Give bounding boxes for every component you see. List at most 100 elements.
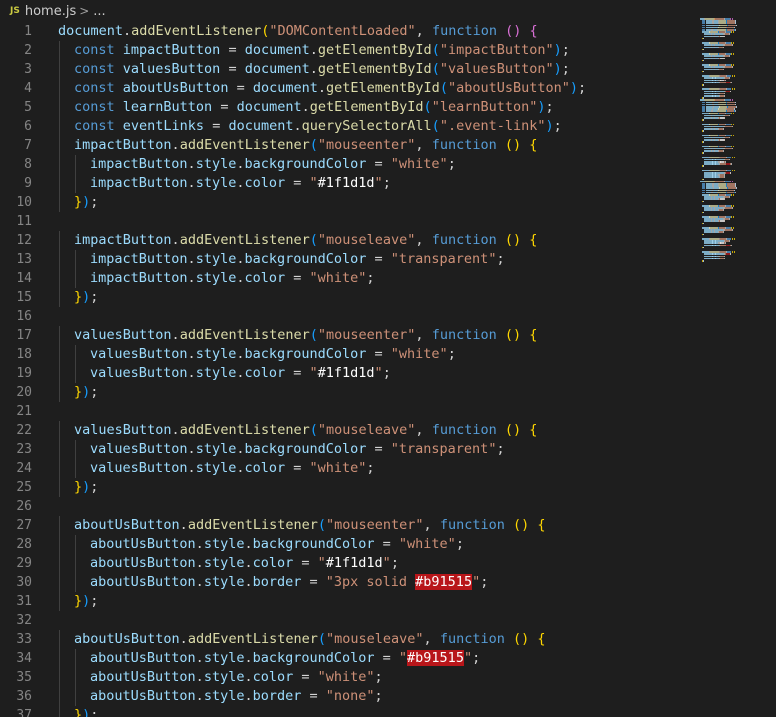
code-line[interactable]: 31});	[0, 592, 700, 611]
code-line[interactable]: 11	[0, 212, 700, 231]
code-token: (	[309, 422, 318, 438]
code-line[interactable]: 8 impactButton.style.backgroundColor = "w…	[0, 155, 700, 174]
minimap-code-mark	[723, 209, 724, 211]
code-token: aboutUsButton	[90, 669, 196, 685]
indent-guide	[59, 573, 60, 592]
code-token: style	[203, 688, 245, 704]
code-token: "mouseleave"	[317, 422, 416, 438]
indent-guide	[59, 706, 60, 717]
code-line[interactable]: 10});	[0, 193, 700, 212]
code-line[interactable]: 12 impactButton.addEventListener("mousele…	[0, 231, 700, 250]
minimap-code-mark	[704, 231, 711, 233]
code-token: .	[301, 99, 310, 115]
code-text: impactButton.style.backgroundColor = "tr…	[90, 250, 505, 269]
indent-guide	[75, 174, 76, 193]
line-number: 20	[16, 385, 32, 400]
indent-guide	[75, 155, 76, 174]
breadcrumb-symbol-path[interactable]: ...	[93, 4, 105, 19]
code-line[interactable]: 37});	[0, 706, 700, 717]
code-token: {	[529, 23, 538, 39]
code-line[interactable]: 15});	[0, 288, 700, 307]
breadcrumb-file-name[interactable]: home.js	[25, 4, 76, 19]
minimap-code-mark	[730, 81, 732, 84]
code-line[interactable]: 21	[0, 402, 700, 421]
code-token: "white"	[390, 346, 448, 362]
code-token: style	[203, 669, 245, 685]
minimap[interactable]	[700, 18, 776, 717]
code-line[interactable]: 30 aboutUsButton.style.border = "3px soli…	[0, 573, 700, 592]
minimap-code-mark	[736, 106, 737, 108]
code-token: backgroundColor	[244, 346, 367, 362]
minimap-code-mark	[728, 218, 730, 220]
code-line[interactable]: 4 const aboutUsButton = document.getEleme…	[0, 79, 700, 98]
code-line[interactable]: 20});	[0, 383, 700, 402]
code-line[interactable]: 34 aboutUsButton.style.backgroundColor = …	[0, 649, 700, 668]
code-token: "	[374, 175, 383, 191]
code-token: addEventListener	[187, 517, 318, 533]
minimap-code-mark	[724, 117, 725, 119]
minimap-code-mark	[731, 44, 733, 46]
code-line[interactable]: 36 aboutUsButton.style.border = "none";	[0, 687, 700, 706]
code-token: ;	[90, 194, 99, 210]
code-token: "white"	[309, 270, 367, 286]
code-line[interactable]: 29 aboutUsButton.style.color = "#1f1d1d";	[0, 554, 700, 573]
code-line[interactable]: 19 valuesButton.style.color = "#1f1d1d";	[0, 364, 700, 383]
indent-guide	[59, 250, 60, 269]
code-line[interactable]: 28 aboutUsButton.style.backgroundColor = …	[0, 535, 700, 554]
breadcrumb: JS home.js > ...	[0, 0, 776, 22]
minimap-code-mark	[724, 207, 732, 209]
code-text: impactButton.addEventListener("mouseente…	[74, 136, 537, 155]
indent-guide	[59, 326, 60, 345]
code-line[interactable]: 22 valuesButton.addEventListener("mousele…	[0, 421, 700, 440]
code-line[interactable]: 7 impactButton.addEventListener("mouseent…	[0, 136, 700, 155]
code-line[interactable]: 13 impactButton.style.backgroundColor = "…	[0, 250, 700, 269]
code-line[interactable]: 35 aboutUsButton.style.color = "white";	[0, 668, 700, 687]
code-line[interactable]: 6 const eventLinks = document.querySelect…	[0, 117, 700, 136]
code-token: color	[244, 365, 286, 381]
code-token: }	[74, 384, 83, 400]
line-number: 19	[16, 366, 32, 381]
code-line[interactable]: 14 impactButton.style.color = "white";	[0, 269, 700, 288]
code-line[interactable]: 17 valuesButton.addEventListener("mouseen…	[0, 326, 700, 345]
code-line[interactable]: 1 document.addEventListener("DOMContentLo…	[0, 22, 700, 41]
minimap-code-mark	[724, 57, 725, 60]
minimap-code-mark	[703, 211, 704, 214]
code-line[interactable]: 5 const learnButton = document.getElement…	[0, 98, 700, 117]
line-number: 6	[24, 119, 32, 134]
minimap-code-mark	[704, 139, 711, 141]
code-line[interactable]: 23 valuesButton.style.backgroundColor = "…	[0, 440, 700, 459]
code-token: addEventListener	[179, 327, 310, 343]
code-token: .	[171, 137, 180, 153]
code-token: valuesButton	[74, 327, 172, 343]
code-line[interactable]: 18 valuesButton.style.backgroundColor = "…	[0, 345, 700, 364]
line-number: 23	[16, 442, 32, 457]
minimap-code-mark	[731, 207, 733, 209]
code-token: ;	[496, 441, 505, 457]
code-line[interactable]: 24 valuesButton.style.color = "white";	[0, 459, 700, 478]
code-line[interactable]: 33 aboutUsButton.addEventListener("mousel…	[0, 630, 700, 649]
minimap-code-mark	[703, 141, 704, 143]
code-line[interactable]: 2 const impactButton = document.getElemen…	[0, 41, 700, 60]
code-line[interactable]: 16	[0, 307, 700, 326]
code-line[interactable]: 26	[0, 497, 700, 516]
minimap-code-mark	[723, 68, 724, 71]
minimap-code-mark	[724, 229, 732, 231]
code-token: function	[439, 631, 505, 647]
indent-guide	[75, 459, 76, 478]
code-line[interactable]: 25});	[0, 478, 700, 497]
code-token: "aboutUsButton"	[447, 80, 570, 96]
code-line[interactable]: 32	[0, 611, 700, 630]
code-token: "	[309, 175, 318, 191]
indent-guide	[75, 269, 76, 288]
code-line[interactable]: 3 const valuesButton = document.getElemen…	[0, 60, 700, 79]
minimap-code-mark	[728, 33, 730, 35]
code-token: impactButton	[90, 251, 188, 267]
code-editor[interactable]: 1 document.addEventListener("DOMContentLo…	[0, 22, 700, 717]
code-token: style	[195, 346, 237, 362]
code-token: ;	[374, 669, 383, 685]
indent-guide	[59, 687, 60, 706]
code-line[interactable]: 9 impactButton.style.color = "#1f1d1d";	[0, 174, 700, 193]
code-line[interactable]: 27 aboutUsButton.addEventListener("mousee…	[0, 516, 700, 535]
code-token: {	[529, 327, 538, 343]
